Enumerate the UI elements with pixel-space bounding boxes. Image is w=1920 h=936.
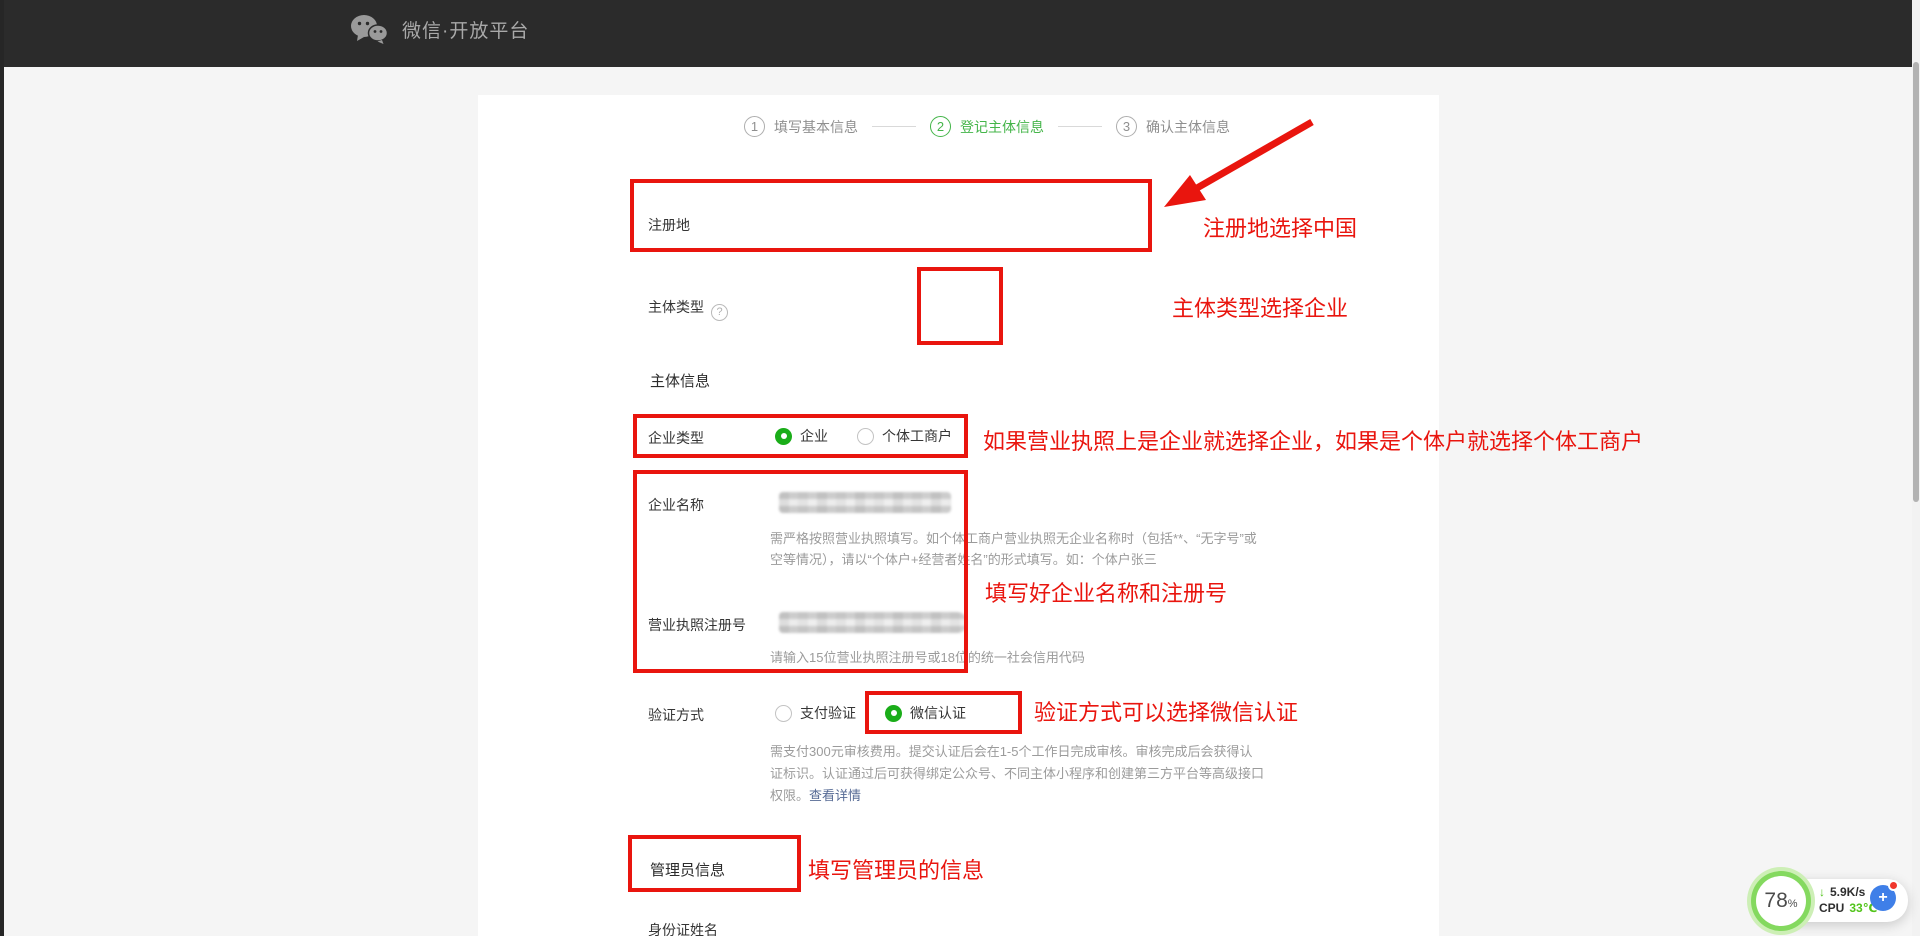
annotation-box-reg-location xyxy=(630,179,1152,252)
verify-note-line3: 权限。查看详情 xyxy=(770,785,861,807)
id-name-label: 身份证姓名 xyxy=(648,920,718,936)
verify-note-line3-text: 权限。 xyxy=(770,788,809,803)
step-1-circle: 1 xyxy=(744,116,765,137)
app-title: 微信·开放平台 xyxy=(402,16,529,43)
step-2: 2 登记主体信息 xyxy=(930,116,1044,137)
radio-unselected-icon xyxy=(775,705,792,722)
step-2-circle: 2 xyxy=(930,116,951,137)
annotation-text-reg-location: 注册地选择中国 xyxy=(1203,211,1357,243)
step-2-label: 登记主体信息 xyxy=(960,117,1044,137)
scrollbar-thumb[interactable] xyxy=(1913,62,1919,502)
step-separator xyxy=(1058,126,1102,127)
subject-type-label-text: 主体类型 xyxy=(648,299,704,315)
verify-note-line1: 需支付300元审核费用。提交认证后会在1-5个工作日完成审核。审核完成后会获得认 xyxy=(770,741,1252,763)
window-left-edge xyxy=(0,0,4,936)
subject-type-label: 主体类型? xyxy=(648,297,728,321)
memory-percent-value: 78 xyxy=(1764,889,1787,913)
annotation-box-subject-type xyxy=(917,267,1003,345)
annotation-text-admin: 填写管理员的信息 xyxy=(808,853,984,885)
subject-info-section-title: 主体信息 xyxy=(650,370,710,391)
step-1-label: 填写基本信息 xyxy=(774,117,858,137)
annotation-arrow xyxy=(1140,95,1340,220)
memory-percent-unit: % xyxy=(1788,898,1798,910)
brand: 微信·开放平台 xyxy=(350,14,529,44)
verify-method-label: 验证方式 xyxy=(648,705,704,725)
cpu-label: CPU xyxy=(1819,900,1844,916)
verify-note-line2: 证标识。认证通过后可获得绑定公众号、不同主体小程序和创建第三方平台等高级接口 xyxy=(770,763,1264,785)
annotation-box-admin xyxy=(628,835,801,892)
step-3-circle: 3 xyxy=(1116,116,1137,137)
annotation-box-name-license xyxy=(633,470,968,673)
header-bar: 微信·开放平台 xyxy=(0,0,1912,67)
memory-usage-gauge[interactable]: 78 % xyxy=(1756,876,1806,926)
scrollbar-track[interactable] xyxy=(1912,0,1920,936)
annotation-text-subject-type: 主体类型选择企业 xyxy=(1172,291,1348,323)
step-separator xyxy=(872,126,916,127)
annotation-text-verify: 验证方式可以选择微信认证 xyxy=(1034,695,1298,727)
notification-dot xyxy=(1888,880,1899,891)
question-mark-icon[interactable]: ? xyxy=(711,304,728,321)
annotation-text-name-license: 填写好企业名称和注册号 xyxy=(985,576,1227,608)
annotation-box-verify xyxy=(865,691,1022,734)
annotation-text-company-type: 如果营业执照上是企业就选择企业，如果是个体户就选择个体工商户 xyxy=(983,424,1643,456)
verify-payment-label: 支付验证 xyxy=(800,703,856,723)
download-speed-value: 5.9K/s xyxy=(1830,884,1865,900)
view-details-link[interactable]: 查看详情 xyxy=(809,788,861,803)
annotation-box-company-type xyxy=(633,414,968,458)
page: 微信·开放平台 1 填写基本信息 2 登记主体信息 3 确认主体信息 注册地 中… xyxy=(0,0,1920,936)
verify-payment-radio[interactable]: 支付验证 xyxy=(775,703,856,723)
download-arrow-icon: ↓ xyxy=(1819,884,1825,900)
step-1: 1 填写基本信息 xyxy=(744,116,858,137)
wechat-logo-icon xyxy=(350,14,388,44)
